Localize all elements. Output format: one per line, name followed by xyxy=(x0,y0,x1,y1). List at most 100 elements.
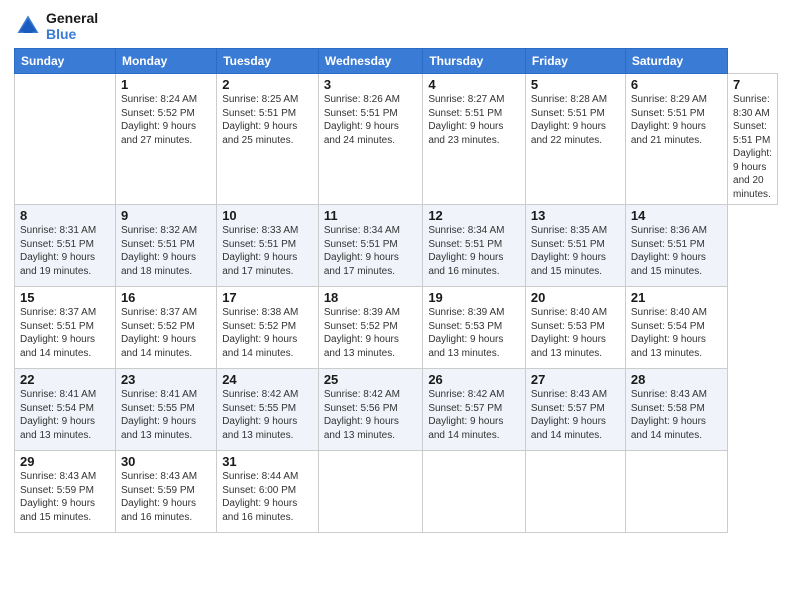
day-number: 21 xyxy=(631,290,722,305)
day-header-thursday: Thursday xyxy=(423,49,526,74)
day-number: 10 xyxy=(222,208,313,223)
day-info: Sunrise: 8:24 AM Sunset: 5:52 PM Dayligh… xyxy=(121,93,211,147)
day-info: Sunrise: 8:44 AM Sunset: 6:00 PM Dayligh… xyxy=(222,470,313,524)
day-number: 18 xyxy=(324,290,417,305)
day-header-friday: Friday xyxy=(525,49,625,74)
calendar-cell: 7 Sunrise: 8:30 AM Sunset: 5:51 PM Dayli… xyxy=(728,74,778,205)
logo: General Blue xyxy=(14,10,98,42)
day-info: Sunrise: 8:37 AM Sunset: 5:51 PM Dayligh… xyxy=(20,306,110,360)
day-header-sunday: Sunday xyxy=(15,49,116,74)
day-number: 28 xyxy=(631,372,722,387)
calendar-cell: 6 Sunrise: 8:29 AM Sunset: 5:51 PM Dayli… xyxy=(625,74,727,205)
calendar-cell: 4 Sunrise: 8:27 AM Sunset: 5:51 PM Dayli… xyxy=(423,74,526,205)
day-number: 27 xyxy=(531,372,620,387)
day-info: Sunrise: 8:35 AM Sunset: 5:51 PM Dayligh… xyxy=(531,224,620,278)
day-info: Sunrise: 8:43 AM Sunset: 5:58 PM Dayligh… xyxy=(631,388,722,442)
day-info: Sunrise: 8:42 AM Sunset: 5:55 PM Dayligh… xyxy=(222,388,313,442)
day-number: 14 xyxy=(631,208,722,223)
calendar-week-3: 22 Sunrise: 8:41 AM Sunset: 5:54 PM Dayl… xyxy=(15,369,778,451)
calendar-cell: 22 Sunrise: 8:41 AM Sunset: 5:54 PM Dayl… xyxy=(15,369,116,451)
calendar-cell: 19 Sunrise: 8:39 AM Sunset: 5:53 PM Dayl… xyxy=(423,287,526,369)
day-number: 5 xyxy=(531,77,620,92)
day-header-tuesday: Tuesday xyxy=(217,49,319,74)
calendar-cell: 27 Sunrise: 8:43 AM Sunset: 5:57 PM Dayl… xyxy=(525,369,625,451)
day-header-saturday: Saturday xyxy=(625,49,727,74)
day-number: 17 xyxy=(222,290,313,305)
day-info: Sunrise: 8:26 AM Sunset: 5:51 PM Dayligh… xyxy=(324,93,417,147)
day-info: Sunrise: 8:31 AM Sunset: 5:51 PM Dayligh… xyxy=(20,224,110,278)
day-info: Sunrise: 8:36 AM Sunset: 5:51 PM Dayligh… xyxy=(631,224,722,278)
calendar-cell: 10 Sunrise: 8:33 AM Sunset: 5:51 PM Dayl… xyxy=(217,205,319,287)
day-info: Sunrise: 8:30 AM Sunset: 5:51 PM Dayligh… xyxy=(733,93,772,201)
day-number: 6 xyxy=(631,77,722,92)
day-number: 25 xyxy=(324,372,417,387)
calendar-cell xyxy=(625,451,727,533)
day-number: 26 xyxy=(428,372,520,387)
day-number: 30 xyxy=(121,454,211,469)
day-info: Sunrise: 8:37 AM Sunset: 5:52 PM Dayligh… xyxy=(121,306,211,360)
calendar-cell xyxy=(423,451,526,533)
calendar-cell: 30 Sunrise: 8:43 AM Sunset: 5:59 PM Dayl… xyxy=(115,451,216,533)
day-info: Sunrise: 8:43 AM Sunset: 5:59 PM Dayligh… xyxy=(20,470,110,524)
day-header-monday: Monday xyxy=(115,49,216,74)
day-info: Sunrise: 8:41 AM Sunset: 5:55 PM Dayligh… xyxy=(121,388,211,442)
day-info: Sunrise: 8:39 AM Sunset: 5:52 PM Dayligh… xyxy=(324,306,417,360)
day-info: Sunrise: 8:33 AM Sunset: 5:51 PM Dayligh… xyxy=(222,224,313,278)
day-info: Sunrise: 8:40 AM Sunset: 5:53 PM Dayligh… xyxy=(531,306,620,360)
calendar-cell: 8 Sunrise: 8:31 AM Sunset: 5:51 PM Dayli… xyxy=(15,205,116,287)
day-info: Sunrise: 8:38 AM Sunset: 5:52 PM Dayligh… xyxy=(222,306,313,360)
day-number: 9 xyxy=(121,208,211,223)
day-info: Sunrise: 8:42 AM Sunset: 5:57 PM Dayligh… xyxy=(428,388,520,442)
calendar-cell: 15 Sunrise: 8:37 AM Sunset: 5:51 PM Dayl… xyxy=(15,287,116,369)
day-info: Sunrise: 8:34 AM Sunset: 5:51 PM Dayligh… xyxy=(324,224,417,278)
calendar-cell: 25 Sunrise: 8:42 AM Sunset: 5:56 PM Dayl… xyxy=(318,369,422,451)
calendar-cell: 23 Sunrise: 8:41 AM Sunset: 5:55 PM Dayl… xyxy=(115,369,216,451)
calendar-week-0: 1 Sunrise: 8:24 AM Sunset: 5:52 PM Dayli… xyxy=(15,74,778,205)
calendar-cell: 1 Sunrise: 8:24 AM Sunset: 5:52 PM Dayli… xyxy=(115,74,216,205)
day-info: Sunrise: 8:43 AM Sunset: 5:59 PM Dayligh… xyxy=(121,470,211,524)
header: General Blue xyxy=(14,10,778,42)
day-number: 19 xyxy=(428,290,520,305)
calendar-cell xyxy=(15,74,116,205)
calendar-table: SundayMondayTuesdayWednesdayThursdayFrid… xyxy=(14,48,778,533)
day-info: Sunrise: 8:27 AM Sunset: 5:51 PM Dayligh… xyxy=(428,93,520,147)
calendar-cell: 31 Sunrise: 8:44 AM Sunset: 6:00 PM Dayl… xyxy=(217,451,319,533)
page-container: General Blue SundayMondayTuesdayWednesda… xyxy=(0,0,792,543)
day-info: Sunrise: 8:34 AM Sunset: 5:51 PM Dayligh… xyxy=(428,224,520,278)
calendar-cell xyxy=(318,451,422,533)
day-info: Sunrise: 8:29 AM Sunset: 5:51 PM Dayligh… xyxy=(631,93,722,147)
calendar-cell: 13 Sunrise: 8:35 AM Sunset: 5:51 PM Dayl… xyxy=(525,205,625,287)
calendar-cell: 26 Sunrise: 8:42 AM Sunset: 5:57 PM Dayl… xyxy=(423,369,526,451)
calendar-header-row: SundayMondayTuesdayWednesdayThursdayFrid… xyxy=(15,49,778,74)
calendar-week-4: 29 Sunrise: 8:43 AM Sunset: 5:59 PM Dayl… xyxy=(15,451,778,533)
calendar-cell: 5 Sunrise: 8:28 AM Sunset: 5:51 PM Dayli… xyxy=(525,74,625,205)
day-info: Sunrise: 8:28 AM Sunset: 5:51 PM Dayligh… xyxy=(531,93,620,147)
day-number: 31 xyxy=(222,454,313,469)
calendar-cell: 18 Sunrise: 8:39 AM Sunset: 5:52 PM Dayl… xyxy=(318,287,422,369)
calendar-cell xyxy=(525,451,625,533)
day-info: Sunrise: 8:40 AM Sunset: 5:54 PM Dayligh… xyxy=(631,306,722,360)
day-info: Sunrise: 8:32 AM Sunset: 5:51 PM Dayligh… xyxy=(121,224,211,278)
calendar-cell: 29 Sunrise: 8:43 AM Sunset: 5:59 PM Dayl… xyxy=(15,451,116,533)
calendar-cell: 2 Sunrise: 8:25 AM Sunset: 5:51 PM Dayli… xyxy=(217,74,319,205)
calendar-cell: 12 Sunrise: 8:34 AM Sunset: 5:51 PM Dayl… xyxy=(423,205,526,287)
day-number: 22 xyxy=(20,372,110,387)
day-info: Sunrise: 8:42 AM Sunset: 5:56 PM Dayligh… xyxy=(324,388,417,442)
logo-text: General Blue xyxy=(46,10,98,42)
day-number: 2 xyxy=(222,77,313,92)
day-number: 23 xyxy=(121,372,211,387)
calendar-cell: 17 Sunrise: 8:38 AM Sunset: 5:52 PM Dayl… xyxy=(217,287,319,369)
day-number: 24 xyxy=(222,372,313,387)
calendar-cell: 28 Sunrise: 8:43 AM Sunset: 5:58 PM Dayl… xyxy=(625,369,727,451)
day-number: 4 xyxy=(428,77,520,92)
day-number: 29 xyxy=(20,454,110,469)
calendar-week-2: 15 Sunrise: 8:37 AM Sunset: 5:51 PM Dayl… xyxy=(15,287,778,369)
day-number: 12 xyxy=(428,208,520,223)
day-info: Sunrise: 8:41 AM Sunset: 5:54 PM Dayligh… xyxy=(20,388,110,442)
calendar-cell: 11 Sunrise: 8:34 AM Sunset: 5:51 PM Dayl… xyxy=(318,205,422,287)
day-number: 15 xyxy=(20,290,110,305)
day-number: 1 xyxy=(121,77,211,92)
calendar-cell: 3 Sunrise: 8:26 AM Sunset: 5:51 PM Dayli… xyxy=(318,74,422,205)
logo-icon xyxy=(14,12,42,40)
day-info: Sunrise: 8:43 AM Sunset: 5:57 PM Dayligh… xyxy=(531,388,620,442)
